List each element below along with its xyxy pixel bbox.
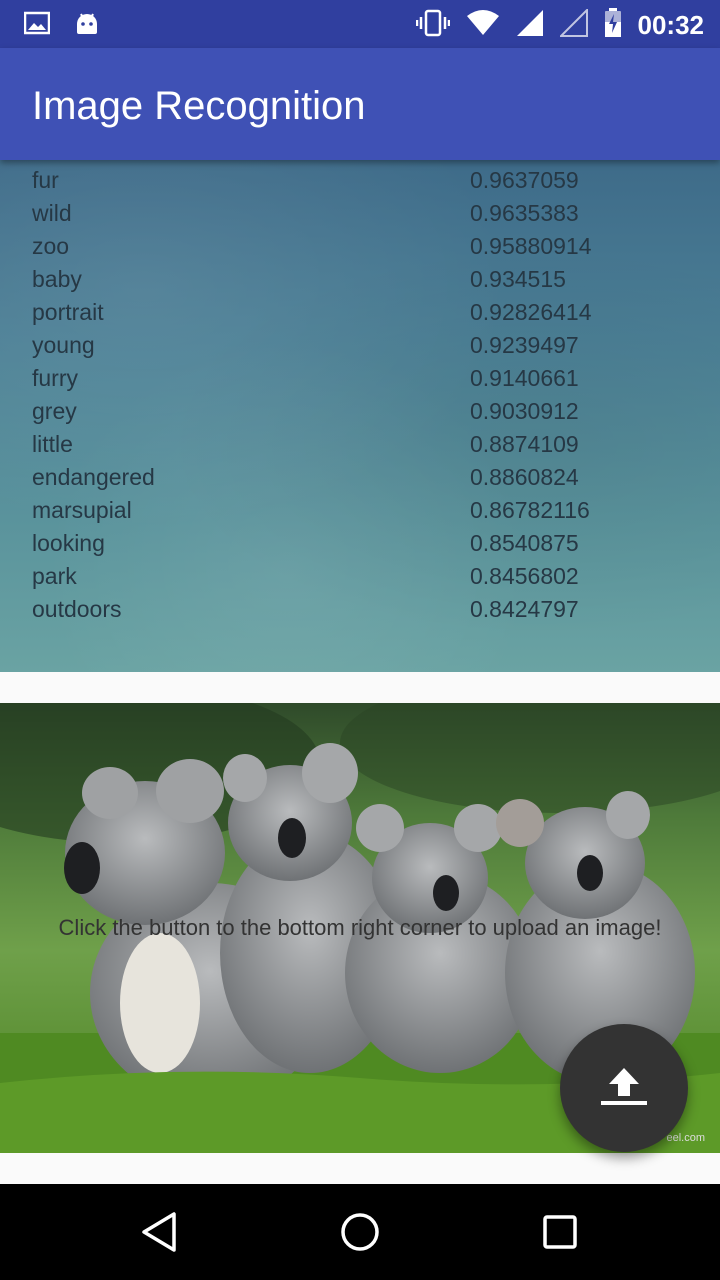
result-row: zoo 0.95880914: [0, 230, 720, 263]
result-score: 0.9637059: [470, 167, 579, 193]
clock: 00:32: [637, 9, 705, 40]
result-score: 0.95880914: [470, 233, 592, 259]
result-score: 0.86782116: [470, 497, 590, 523]
result-label: outdoors: [32, 596, 122, 622]
result-label: grey: [32, 398, 77, 424]
result-label: furry: [32, 365, 78, 391]
result-label: looking: [32, 530, 105, 556]
home-button[interactable]: [336, 1208, 384, 1256]
home-icon: [336, 1213, 384, 1260]
results-panel[interactable]: fur 0.9637059 wild 0.9635383 zoo 0.95880914 ba…: [0, 160, 720, 672]
upload-icon: [599, 1066, 649, 1110]
result-row: little 0.8874109: [0, 428, 720, 461]
result-score: 0.8540875: [470, 530, 579, 556]
result-label: portrait: [32, 299, 104, 325]
result-row: portrait 0.92826414: [0, 296, 720, 329]
result-score: 0.8860824: [470, 464, 579, 490]
result-row: fur 0.9637059: [0, 164, 720, 197]
result-score: 0.934515: [470, 266, 566, 292]
navigation-bar: [0, 1184, 720, 1280]
result-score: 0.9030912: [470, 398, 579, 424]
result-score: 0.92826414: [470, 299, 592, 325]
result-label: young: [32, 332, 95, 358]
upload-button[interactable]: [560, 1024, 688, 1152]
status-bar: 00:32: [0, 0, 720, 48]
recents-icon: [536, 1215, 584, 1260]
result-row: baby 0.934515: [0, 263, 720, 296]
result-row: wild 0.9635383: [0, 197, 720, 230]
result-score: 0.8456802: [470, 563, 579, 589]
back-button[interactable]: [136, 1208, 184, 1256]
watermark: eel.com: [666, 1132, 705, 1144]
result-label: endangered: [32, 464, 155, 490]
page-title: Image Recognition: [32, 84, 366, 128]
result-score: 0.8874109: [470, 431, 579, 457]
result-row: grey 0.9030912: [0, 395, 720, 428]
result-row: young 0.9239497: [0, 329, 720, 362]
result-score: 0.9140661: [470, 365, 579, 391]
result-score: 0.9239497: [470, 332, 579, 358]
result-row: furry 0.9140661: [0, 362, 720, 395]
result-row: outdoors 0.8424797: [0, 593, 720, 626]
result-row: park 0.8456802: [0, 560, 720, 593]
wifi-icon: [466, 10, 500, 40]
result-label: park: [32, 563, 77, 589]
result-row: endangered 0.8860824: [0, 461, 720, 494]
signal-icon: [516, 9, 544, 41]
result-label: fur: [32, 167, 59, 193]
android-icon: [74, 10, 100, 40]
no-signal-icon: [558, 7, 588, 41]
back-icon: [136, 1212, 184, 1260]
result-label: marsupial: [32, 497, 132, 523]
result-list: fur 0.9637059 wild 0.9635383 zoo 0.95880914 ba…: [0, 164, 720, 626]
result-row: looking 0.8540875: [0, 527, 720, 560]
recents-button[interactable]: [536, 1208, 584, 1256]
image-notification-icon: [23, 11, 51, 39]
result-label: wild: [32, 200, 72, 226]
app-bar: Image Recognition: [0, 48, 720, 160]
result-label: little: [32, 431, 73, 457]
battery-charging-icon: [604, 8, 622, 42]
result-label: baby: [32, 266, 82, 292]
result-row: marsupial 0.86782116: [0, 494, 720, 527]
result-score: 0.9635383: [470, 200, 579, 226]
vibrate-icon: [415, 9, 450, 41]
result-label: zoo: [32, 233, 70, 259]
upload-hint: Click the button to the bottom right cor…: [58, 915, 662, 940]
result-score: 0.8424797: [470, 596, 579, 622]
